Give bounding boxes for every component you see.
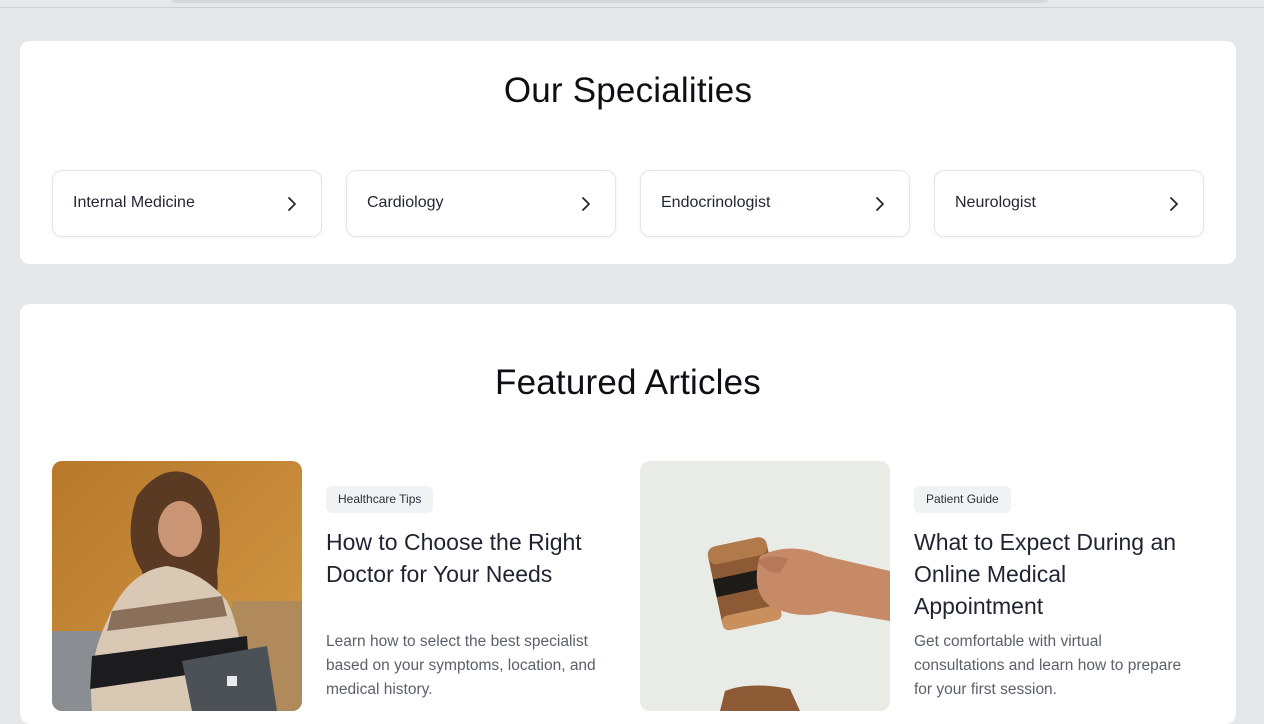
speciality-card-endocrinologist[interactable]: Endocrinologist [640, 170, 910, 237]
speciality-card-cardiology[interactable]: Cardiology [346, 170, 616, 237]
article-photo [52, 461, 302, 711]
featured-articles-section: Featured Articles Healthcare Tips How to… [20, 304, 1236, 724]
article-image-hand-cup[interactable] [640, 461, 890, 711]
speciality-label: Neurologist [955, 194, 1036, 211]
article-image-woman-laptop[interactable] [52, 461, 302, 711]
article-category-tag[interactable]: Healthcare Tips [326, 486, 434, 513]
article-category-tag[interactable]: Patient Guide [914, 486, 1011, 513]
article-description: Learn how to select the best specialist … [326, 633, 596, 698]
chevron-right-icon [582, 197, 590, 211]
speciality-card-neurologist[interactable]: Neurologist [934, 170, 1204, 237]
chevron-right-icon [1170, 197, 1178, 211]
speciality-label: Endocrinologist [661, 194, 771, 211]
article-title[interactable]: How to Choose the Right Doctor for Your … [326, 526, 596, 590]
speciality-label: Internal Medicine [73, 194, 195, 211]
chevron-right-icon [876, 197, 884, 211]
specialities-section: Our Specialities Internal Medicine Cardi… [20, 41, 1236, 264]
speciality-card-internal-medicine[interactable]: Internal Medicine [52, 170, 322, 237]
specialities-title: Our Specialities [503, 71, 753, 110]
top-bar [0, 0, 1264, 8]
chevron-right-icon [288, 197, 296, 211]
header-edge [172, 0, 1048, 3]
article-photo [640, 461, 890, 711]
article-title[interactable]: What to Expect During an Online Medical … [914, 526, 1184, 622]
featured-articles-title: Featured Articles [494, 363, 762, 402]
article-description: Get comfortable with virtual consultatio… [914, 633, 1182, 698]
speciality-label: Cardiology [367, 194, 444, 211]
